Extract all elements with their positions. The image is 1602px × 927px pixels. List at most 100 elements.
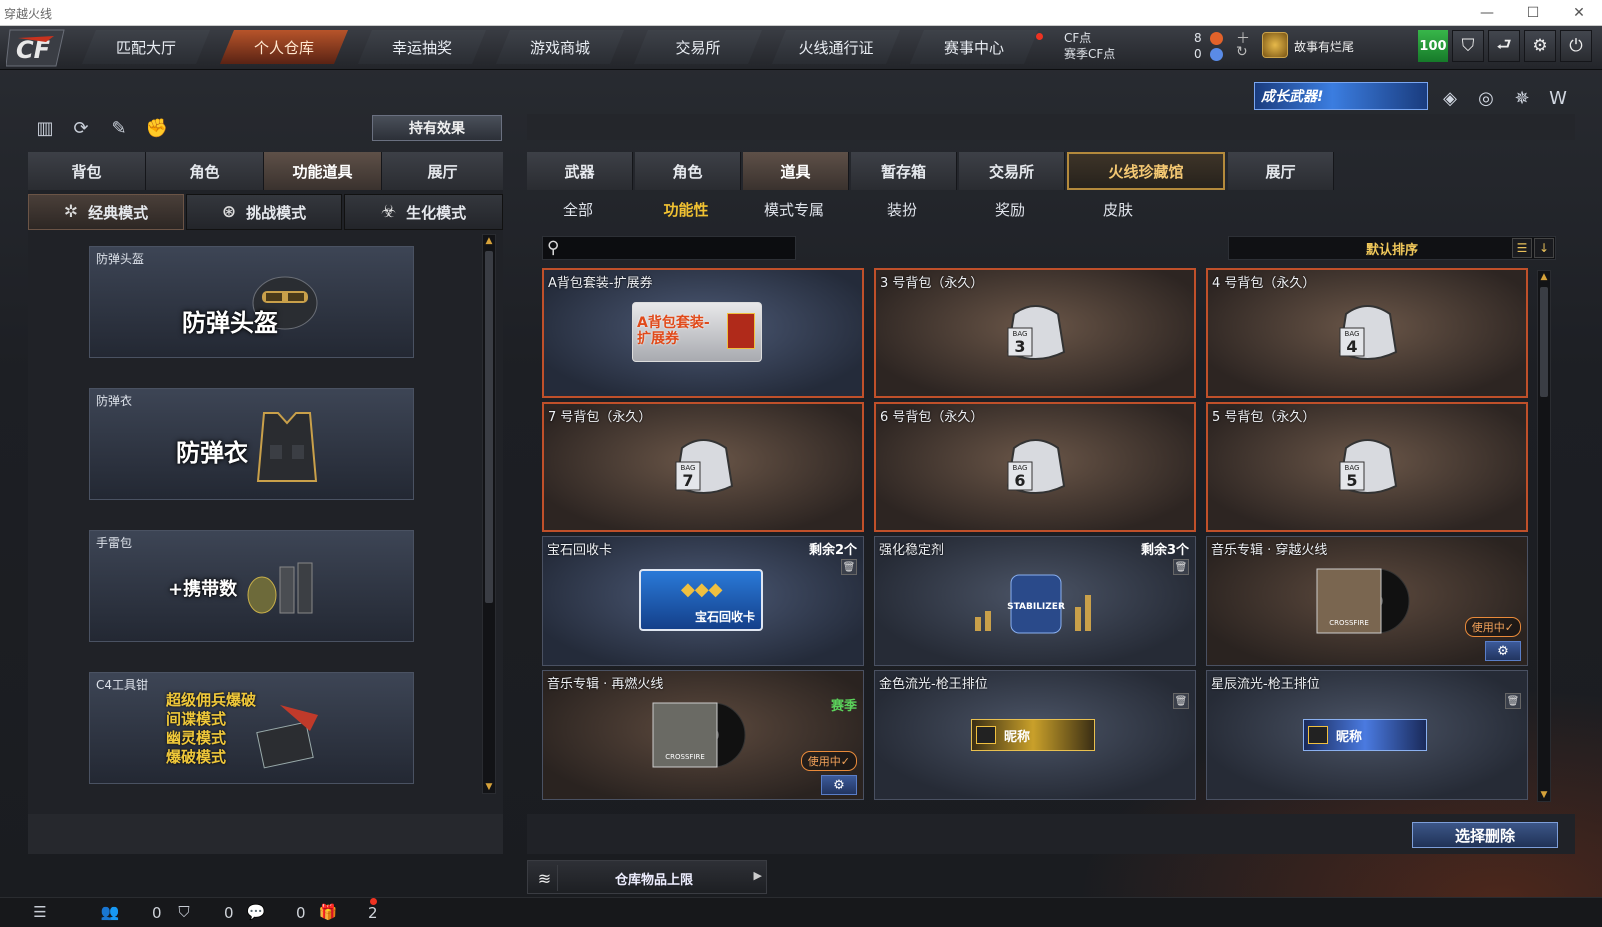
scroll-up-icon[interactable]: ▲ [1538, 271, 1550, 283]
right-tab-hall[interactable]: 展厅 [1228, 152, 1334, 190]
scroll-down-icon[interactable]: ▼ [483, 781, 495, 793]
return-icon[interactable]: ⮐ [1488, 30, 1520, 62]
minimize-icon[interactable]: — [1464, 0, 1510, 26]
item-card[interactable]: 3 号背包（永久） 3 BAG [874, 268, 1196, 398]
item-card[interactable]: 6 号背包（永久） 6 BAG [874, 402, 1196, 532]
growth-weapon-banner[interactable]: 成长武器! [1254, 82, 1428, 110]
effects-button[interactable]: 持有效果 [372, 115, 502, 141]
chat-icon[interactable]: 💬 [246, 902, 266, 922]
subtab-mode-exclusive[interactable]: 模式专属 [740, 196, 848, 222]
select-delete-button[interactable]: 选择删除 [1412, 822, 1558, 848]
cycle-icon[interactable]: ⟳ [68, 115, 94, 141]
globe-icon[interactable]: ◎ [1472, 84, 1500, 112]
subtab-functional[interactable]: 功能性 [632, 196, 740, 222]
mode-classic[interactable]: ✲ 经典模式 [28, 194, 184, 230]
nav-tab-shop[interactable]: 游戏商城 [496, 30, 624, 64]
slot-helmet[interactable]: 防弹头盔 防弹头盔 [89, 246, 414, 358]
left-tab-character[interactable]: 角色 [146, 152, 264, 190]
left-scroll-thumb[interactable] [485, 251, 493, 603]
item-card[interactable]: 宝石回收卡 剩余2个 🗑 ◆◆◆ 宝石回收卡 [542, 536, 864, 666]
pulse-icon: ⊛ [221, 202, 237, 222]
shield-icon[interactable]: ⛉ [1452, 30, 1484, 62]
bag-word: BAG [1345, 464, 1360, 472]
nav-tab-exchange[interactable]: 交易所 [634, 30, 762, 64]
item-card[interactable]: 强化稳定剂 剩余3个 🗑 STABILIZER [874, 536, 1196, 666]
refresh-icon[interactable]: ↻ [1236, 44, 1248, 60]
item-card[interactable]: 金色流光-枪王排位 🗑 昵称 [874, 670, 1196, 800]
nav-tab-lottery[interactable]: 幸运抽奖 [358, 30, 486, 64]
nav-tab-warehouse[interactable]: 个人仓库 [220, 30, 348, 64]
right-tab-storage[interactable]: 暂存箱 [851, 152, 957, 190]
friends-icon[interactable]: 👥 [100, 902, 120, 922]
item-card[interactable]: 7 号背包（永久） 7 BAG [542, 402, 864, 532]
item-card[interactable]: 星辰流光-枪王排位 🗑 昵称 [1206, 670, 1528, 800]
album-label: CROSSFIRE [665, 753, 705, 761]
item-card[interactable]: 4 号背包（永久） 4 BAG [1206, 268, 1528, 398]
season-points-value: 0 [1194, 47, 1202, 61]
nav-tab-events[interactable]: 赛事中心 [910, 30, 1038, 64]
list-icon[interactable]: ☰ [30, 902, 50, 922]
list-view-icon[interactable]: ☰ [1512, 238, 1532, 258]
trash-icon[interactable]: 🗑 [841, 559, 857, 575]
slot-grenade-pack[interactable]: 手雷包 +携带数 [89, 530, 414, 642]
gear-icon[interactable]: ⚙ [821, 775, 857, 795]
close-icon[interactable]: ✕ [1556, 0, 1602, 26]
trash-icon[interactable]: 🗑 [1505, 693, 1521, 709]
right-tab-exchange[interactable]: 交易所 [959, 152, 1065, 190]
shield-icon[interactable]: ⛉ [174, 902, 194, 922]
backpack-icon: 3BAG [1006, 305, 1066, 360]
grid-scroll-thumb[interactable] [1540, 287, 1548, 397]
right-tab-weapons[interactable]: 武器 [527, 152, 633, 190]
grenade-icon[interactable]: ✊ [144, 115, 170, 141]
cf-logo-icon[interactable]: CF [6, 28, 66, 68]
gear-icon[interactable]: ⚙ [1485, 641, 1521, 661]
bag-word: BAG [1345, 330, 1360, 338]
right-tab-collection[interactable]: 火线珍藏馆 [1067, 152, 1225, 190]
gear-icon[interactable]: ⚙ [1524, 30, 1556, 62]
item-card[interactable]: 音乐专辑 · 穿越火线 CROSSFIRE 使用中✓ ⚙ [1206, 536, 1528, 666]
badge-v-icon[interactable]: ◈ [1436, 84, 1464, 112]
cf-points-label: CF点 [1064, 31, 1092, 45]
subtab-rewards[interactable]: 奖励 [956, 196, 1064, 222]
left-tab-functional[interactable]: 功能道具 [264, 152, 382, 190]
trash-icon[interactable]: 🗑 [1173, 693, 1189, 709]
stabilizer-label: STABILIZER [1007, 602, 1065, 612]
right-tab-items[interactable]: 道具 [743, 152, 849, 190]
subtab-dress[interactable]: 装扮 [848, 196, 956, 222]
mode-biochem[interactable]: ☣ 生化模式 [344, 194, 503, 230]
left-tab-hall[interactable]: 展厅 [382, 152, 503, 190]
search-input[interactable] [569, 239, 791, 257]
item-card[interactable]: A背包套装-扩展券 A背包套装-扩展券 [542, 268, 864, 398]
status-bar: ☰ 👥 0 ⛉ 0 💬 0 🎁 2 [0, 897, 1602, 927]
power-icon[interactable]: ⏻ [1560, 30, 1592, 62]
mode-challenge[interactable]: ⊛ 挑战模式 [186, 194, 342, 230]
maximize-icon[interactable]: ☐ [1510, 0, 1556, 26]
right-tab-character[interactable]: 角色 [635, 152, 741, 190]
left-scrollbar[interactable]: ▲ ▼ [482, 234, 496, 794]
nav-tab-pass[interactable]: 火线通行证 [772, 30, 900, 64]
level-badge[interactable]: 100 [1418, 30, 1448, 62]
item-card[interactable]: 音乐专辑 · 再燃火线 赛季 CROSSFIRE 使用中✓ ⚙ [542, 670, 864, 800]
rank-icon[interactable]: ▥ [32, 115, 58, 141]
left-tab-backpack[interactable]: 背包 [28, 152, 146, 190]
sort-dropdown[interactable]: 默认排序 [1228, 236, 1556, 260]
tools-icon[interactable]: ✎ [106, 115, 132, 141]
sort-order-icon[interactable]: ↓ [1534, 238, 1554, 258]
backpack-icon: 6BAG [1006, 439, 1066, 494]
trash-icon[interactable]: 🗑 [1173, 559, 1189, 575]
subtab-skins[interactable]: 皮肤 [1064, 196, 1172, 222]
scroll-down-icon[interactable]: ▼ [1538, 789, 1550, 801]
wings-icon[interactable]: W [1544, 84, 1572, 112]
grid-scrollbar[interactable]: ▲ ▼ [1537, 270, 1551, 802]
scroll-up-icon[interactable]: ▲ [483, 235, 495, 247]
slot-c4-pliers[interactable]: C4工具钳 超级佣兵爆破 间谍模式 幽灵模式 爆破模式 [89, 672, 414, 784]
slot-vest[interactable]: 防弹衣 防弹衣 [89, 388, 414, 500]
capacity-limit-button[interactable]: ≋ 仓库物品上限 ▶ [527, 860, 767, 894]
compass-icon[interactable]: ✵ [1508, 84, 1536, 112]
in-use-badge: 使用中✓ [800, 751, 857, 771]
subtab-all[interactable]: 全部 [524, 196, 632, 222]
nav-tab-lobby[interactable]: 匹配大厅 [82, 30, 210, 64]
avatar[interactable] [1262, 32, 1288, 58]
item-card[interactable]: 5 号背包（永久） 5 BAG [1206, 402, 1528, 532]
gift-icon[interactable]: 🎁 [318, 902, 338, 922]
